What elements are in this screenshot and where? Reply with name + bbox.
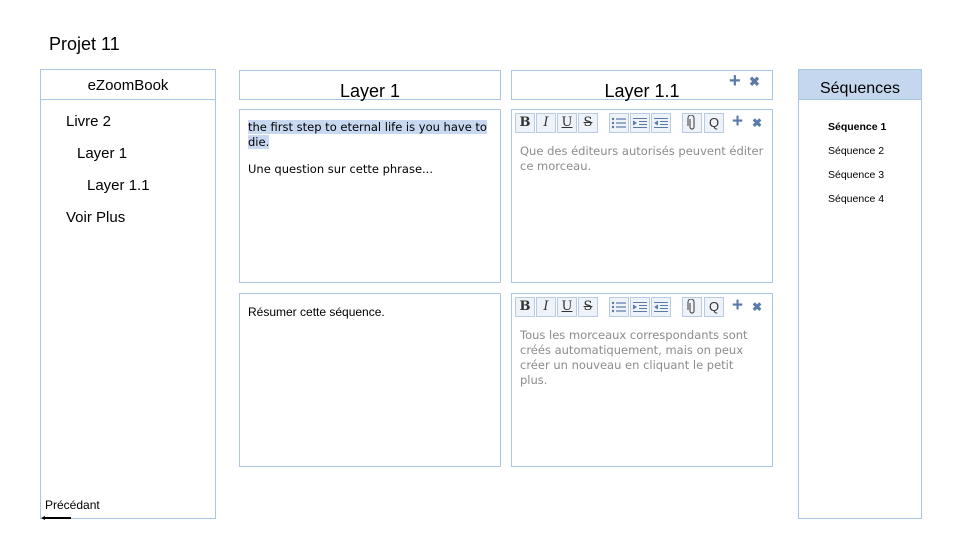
sequence-item-1[interactable]: Séquence 1 xyxy=(828,121,886,133)
underline-button[interactable]: U xyxy=(557,297,577,317)
ezoombook-panel: eZoomBook Livre 2 Layer 1 Layer 1.1 Voir… xyxy=(40,69,216,520)
add-column-plus-icon[interactable]: + xyxy=(729,71,741,91)
editor-notice-text: Que des éditeurs autorisés peuvent édite… xyxy=(520,144,764,173)
outdent-icon xyxy=(654,302,668,312)
add-block-plus-icon[interactable]: + xyxy=(732,112,743,132)
underline-button[interactable]: U xyxy=(557,113,577,133)
indent-icon xyxy=(633,302,647,312)
nav-item-livre-2[interactable]: Livre 2 xyxy=(66,113,111,130)
paperclip-icon xyxy=(687,298,695,314)
bullet-list-icon xyxy=(611,117,626,129)
ezoombook-header: eZoomBook xyxy=(41,70,215,100)
add-block-plus-icon[interactable]: + xyxy=(732,296,743,316)
formatting-toolbar: B I U S Q + ✖ xyxy=(513,295,771,319)
sequence-item-2[interactable]: Séquence 2 xyxy=(828,145,884,157)
close-block-icon[interactable]: ✖ xyxy=(752,298,762,316)
sequences-panel: Séquences Séquence 1 Séquence 2 Séquence… xyxy=(798,69,922,519)
layer-1-summary-box[interactable]: Résumer cette séquence. xyxy=(239,293,501,467)
layer-1-1-editor-bottom[interactable]: B I U S Q + ✖ Tous les morceaux correspo… xyxy=(511,293,773,467)
layer-1-1-editor-top[interactable]: B I U S Q + ✖ Que des éditeurs autorisés… xyxy=(511,109,773,283)
sequence-item-3[interactable]: Séquence 3 xyxy=(828,169,884,181)
outdent-icon xyxy=(654,118,668,128)
indent-icon xyxy=(633,118,647,128)
arrow-left-icon[interactable] xyxy=(41,516,71,520)
bullet-list-icon xyxy=(611,301,626,313)
formatting-toolbar: B I U S Q + ✖ xyxy=(513,111,771,135)
indent-button[interactable] xyxy=(630,113,650,133)
indent-button[interactable] xyxy=(630,297,650,317)
attach-button[interactable] xyxy=(682,297,702,317)
strikethrough-button[interactable]: S xyxy=(578,297,598,317)
nav-item-voir-plus[interactable]: Voir Plus xyxy=(66,209,125,226)
strikethrough-button[interactable]: S xyxy=(578,113,598,133)
sequences-header: Séquences xyxy=(799,70,921,100)
close-block-icon[interactable]: ✖ xyxy=(752,114,762,132)
outdent-button[interactable] xyxy=(651,297,671,317)
attach-button[interactable] xyxy=(682,113,702,133)
comment-button[interactable]: Q xyxy=(704,297,724,317)
bold-button[interactable]: B xyxy=(515,297,535,317)
bullet-list-button[interactable] xyxy=(609,113,629,133)
summary-prompt: Résumer cette séquence. xyxy=(248,305,385,319)
nav-item-layer-1[interactable]: Layer 1 xyxy=(77,145,127,162)
editor-help-text: Tous les morceaux correspondants sont cr… xyxy=(520,328,748,387)
paperclip-icon xyxy=(687,114,695,130)
project-title: Projet 11 xyxy=(49,34,120,54)
previous-link[interactable]: Précédant xyxy=(45,498,100,512)
layer-1-sequence-1-box[interactable]: the first step to eternal life is you ha… xyxy=(239,109,501,283)
outdent-button[interactable] xyxy=(651,113,671,133)
italic-button[interactable]: I xyxy=(536,113,556,133)
close-column-icon[interactable]: ✖ xyxy=(749,73,760,91)
comment-button[interactable]: Q xyxy=(704,113,724,133)
italic-button[interactable]: I xyxy=(536,297,556,317)
layer-1-header: Layer 1 xyxy=(239,70,501,101)
highlighted-phrase: the first step to eternal life is you ha… xyxy=(248,120,487,149)
question-text: Une question sur cette phrase... xyxy=(248,162,433,176)
bold-button[interactable]: B xyxy=(515,113,535,133)
bullet-list-button[interactable] xyxy=(609,297,629,317)
nav-item-layer-1-1[interactable]: Layer 1.1 xyxy=(87,177,150,194)
sequence-item-4[interactable]: Séquence 4 xyxy=(828,193,884,205)
